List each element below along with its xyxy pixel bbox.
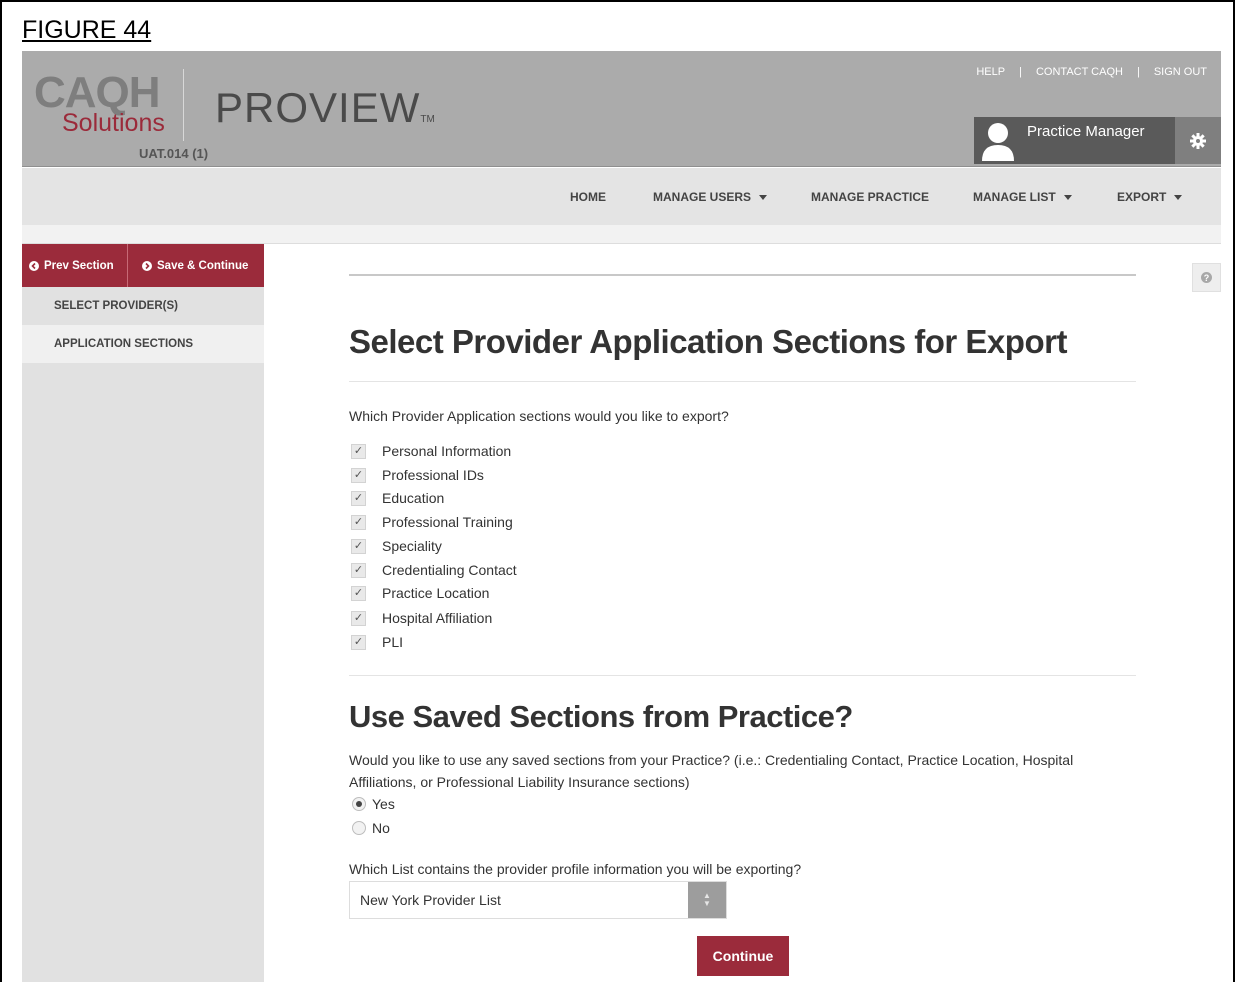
trademark: TM: [420, 114, 435, 125]
checkmark-icon: ✓: [351, 467, 366, 483]
checkbox-professional-ids[interactable]: ✓ Professional IDs: [351, 466, 484, 484]
logo-solutions: Solutions: [62, 109, 165, 137]
saved-sections-question: Would you like to use any saved sections…: [349, 752, 1074, 790]
checkbox-hospital-affiliation[interactable]: ✓ Hospital Affiliation: [351, 609, 492, 627]
sections-question: Which Provider Application sections woul…: [349, 408, 729, 424]
saved-sections-title: Use Saved Sections from Practice?: [349, 699, 853, 734]
nav-export[interactable]: EXPORT: [1117, 190, 1183, 204]
question-icon: ?: [1201, 272, 1212, 283]
radio-no[interactable]: No: [352, 820, 390, 836]
button-divider: [127, 244, 128, 287]
save-continue-label: Save & Continue: [157, 259, 249, 272]
arrow-left-circle-icon: [29, 260, 39, 271]
sidebar-item-label: SELECT PROVIDER(S): [54, 300, 178, 312]
checkmark-icon: ✓: [351, 443, 366, 459]
updown-arrows-icon: ▲ ▼: [688, 882, 726, 918]
nav-manage-users-label: MANAGE USERS: [653, 190, 752, 204]
nav-manage-list[interactable]: MANAGE LIST: [973, 190, 1072, 204]
radio-selected-dot: [356, 801, 362, 807]
save-continue-button[interactable]: Save & Continue: [142, 244, 248, 287]
nav-home-label: HOME: [570, 190, 606, 204]
checkbox-label: Personal Information: [382, 443, 512, 459]
checkbox-credentialing-contact[interactable]: ✓ Credentialing Contact: [351, 561, 517, 579]
checkmark-icon: ✓: [351, 634, 366, 650]
user-menu[interactable]: Practice Manager: [974, 117, 1175, 164]
checkbox-professional-training[interactable]: ✓ Professional Training: [351, 513, 513, 531]
prev-section-label: Prev Section: [44, 259, 114, 272]
checkmark-icon: ✓: [351, 562, 366, 578]
user-avatar-icon: [982, 123, 1014, 161]
checkbox-label: Credentialing Contact: [382, 562, 517, 578]
environment-label: UAT.014 (1): [139, 146, 209, 161]
sidebar-item-label: APPLICATION SECTIONS: [54, 338, 194, 350]
checkbox-label: Professional Training: [382, 514, 513, 530]
checkbox-label: Practice Location: [382, 585, 490, 601]
select-value: New York Provider List: [360, 892, 501, 908]
checkbox-label: Professional IDs: [382, 467, 484, 483]
sidebar-item-select-providers[interactable]: SELECT PROVIDER(S): [22, 287, 264, 325]
logo-proview: PROVIEWTM: [215, 87, 435, 129]
top-divider: [349, 274, 1136, 276]
radio-yes[interactable]: Yes: [352, 796, 395, 812]
app-window: CAQH Solutions PROVIEWTM UAT.014 (1) HEL…: [22, 51, 1221, 982]
help-button[interactable]: ?: [1192, 263, 1221, 292]
checkbox-personal-information[interactable]: ✓ Personal Information: [351, 442, 511, 460]
page-title: Select Provider Application Sections for…: [349, 323, 1067, 360]
checkmark-icon: ✓: [351, 490, 366, 506]
continue-button[interactable]: Continue: [697, 936, 789, 976]
checkmark-icon: ✓: [351, 610, 366, 626]
nav-manage-users[interactable]: MANAGE USERS: [653, 190, 768, 204]
arrow-right-circle-icon: [142, 260, 152, 271]
checkbox-label: Speciality: [382, 538, 442, 554]
checkbox-speciality[interactable]: ✓ Speciality: [351, 537, 442, 555]
top-links: HELP | CONTACT CAQH | SIGN OUT: [976, 66, 1207, 78]
logo-divider: [183, 69, 184, 141]
nav-home[interactable]: HOME: [570, 190, 606, 204]
link-separator: |: [1019, 66, 1022, 78]
contact-link[interactable]: CONTACT CAQH: [1036, 66, 1123, 78]
nav-export-label: EXPORT: [1117, 190, 1167, 204]
figure-label: FIGURE 44: [22, 16, 152, 44]
section-buttons: Prev Section Save & Continue: [22, 244, 264, 287]
radio-label: No: [372, 820, 390, 836]
checkbox-label: PLI: [382, 634, 404, 650]
header: CAQH Solutions PROVIEWTM UAT.014 (1) HEL…: [22, 51, 1221, 167]
link-separator: |: [1136, 66, 1140, 78]
nav-underbar: [22, 225, 1221, 244]
caret-down-icon: [1174, 194, 1183, 200]
checkbox-practice-location[interactable]: ✓ Practice Location: [351, 584, 489, 602]
radio-label: Yes: [372, 796, 395, 812]
user-name: Practice Manager: [1027, 123, 1145, 140]
sidebar-item-application-sections[interactable]: APPLICATION SECTIONS: [22, 325, 264, 363]
settings-button[interactable]: [1175, 117, 1221, 164]
checkmark-icon: ✓: [351, 514, 366, 530]
nav-manage-list-label: MANAGE LIST: [973, 190, 1056, 204]
caret-down-icon: [759, 194, 768, 200]
checkbox-education[interactable]: ✓ Education: [351, 489, 444, 507]
logo-proview-text: PROVIEW: [215, 84, 421, 131]
nav-manage-practice-label: MANAGE PRACTICE: [811, 190, 930, 204]
nav-manage-practice[interactable]: MANAGE PRACTICE: [811, 190, 929, 204]
checkmark-icon: ✓: [351, 538, 366, 554]
divider: [349, 381, 1136, 382]
main-nav: HOME MANAGE USERS MANAGE PRACTICE MANAGE…: [22, 168, 1221, 225]
checkbox-pli[interactable]: ✓ PLI: [351, 633, 403, 651]
help-link[interactable]: HELP: [976, 66, 1005, 78]
checkbox-label: Hospital Affiliation: [382, 610, 493, 626]
gear-icon: [1190, 132, 1206, 149]
radio-button: [352, 797, 366, 811]
checkbox-label: Education: [382, 490, 445, 506]
checkmark-icon: ✓: [351, 585, 366, 601]
list-question: Which List contains the provider profile…: [349, 861, 802, 877]
sidebar: Prev Section Save & Continue SELECT PROV…: [22, 244, 264, 982]
divider: [349, 675, 1136, 676]
sign-out-link[interactable]: SIGN OUT: [1154, 66, 1207, 78]
provider-list-select[interactable]: New York Provider List ▲ ▼: [349, 881, 727, 919]
prev-section-button[interactable]: Prev Section: [29, 244, 114, 287]
radio-button: [352, 821, 366, 835]
caret-down-icon: [1063, 194, 1072, 200]
